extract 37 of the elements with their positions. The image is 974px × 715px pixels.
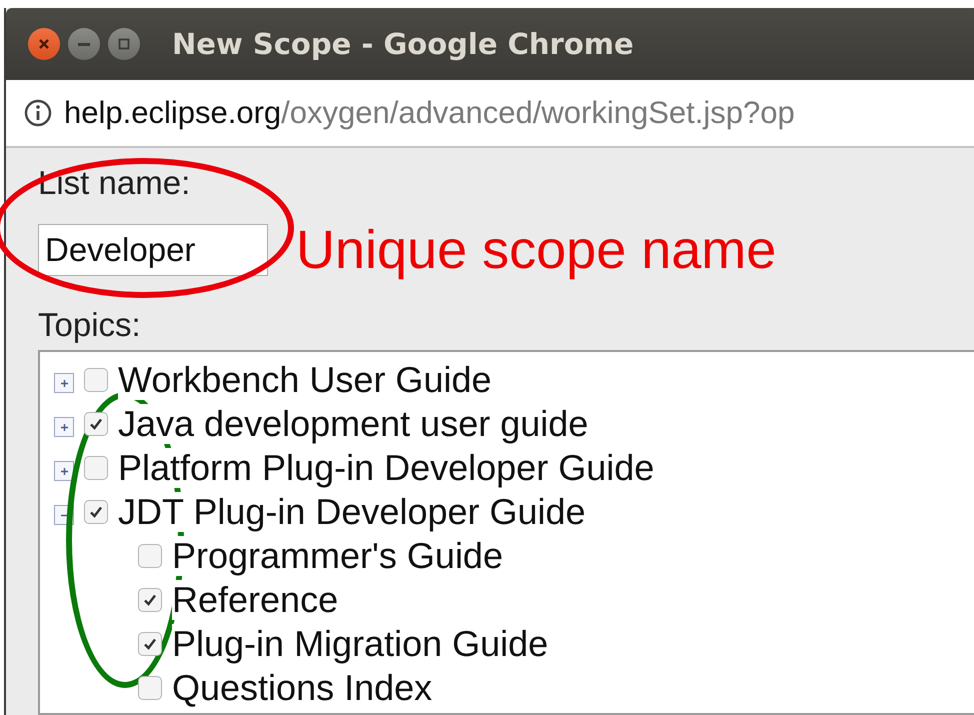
checkbox[interactable]	[84, 456, 108, 480]
check-icon	[88, 416, 104, 432]
checkbox[interactable]	[84, 368, 108, 392]
minimize-icon	[78, 42, 90, 46]
checkbox[interactable]	[84, 412, 108, 436]
url-text: help.eclipse.org/oxygen/advanced/workingSet.jsp?op	[64, 95, 795, 131]
topic-label[interactable]: Reference	[172, 580, 338, 620]
close-icon	[37, 37, 51, 51]
checkbox[interactable]	[138, 632, 162, 656]
annotation-text: Unique scope name	[296, 222, 776, 278]
minimize-button[interactable]	[68, 28, 100, 60]
topic-label[interactable]: JDT Plug-in Developer Guide	[118, 492, 586, 532]
plus-icon	[58, 378, 70, 388]
info-icon	[24, 99, 52, 127]
check-icon	[88, 504, 104, 520]
topic-label[interactable]: Programmer's Guide	[172, 536, 503, 576]
expand-toggle[interactable]	[54, 373, 74, 393]
checkbox[interactable]	[84, 500, 108, 524]
close-button[interactable]	[28, 28, 60, 60]
checkbox[interactable]	[138, 676, 162, 700]
maximize-icon	[117, 37, 131, 51]
plus-icon	[58, 422, 70, 432]
plus-icon	[58, 466, 70, 476]
expand-toggle[interactable]	[54, 417, 74, 437]
topic-label[interactable]: Plug-in Migration Guide	[172, 624, 548, 664]
list-name-field[interactable]: Developer	[38, 224, 268, 276]
address-bar[interactable]: help.eclipse.org/oxygen/advanced/workingSet.jsp?op	[6, 80, 974, 148]
window-title: New Scope - Google Chrome	[172, 27, 634, 61]
checkbox[interactable]	[138, 588, 162, 612]
topic-label[interactable]: Platform Plug-in Developer Guide	[118, 448, 654, 488]
topic-label[interactable]: Java development user guide	[118, 404, 588, 444]
check-icon	[142, 592, 158, 608]
field-label: Topics:	[38, 308, 141, 342]
checkbox[interactable]	[138, 544, 162, 568]
check-icon	[142, 636, 158, 652]
expand-toggle[interactable]	[54, 461, 74, 481]
maximize-button[interactable]	[108, 28, 140, 60]
